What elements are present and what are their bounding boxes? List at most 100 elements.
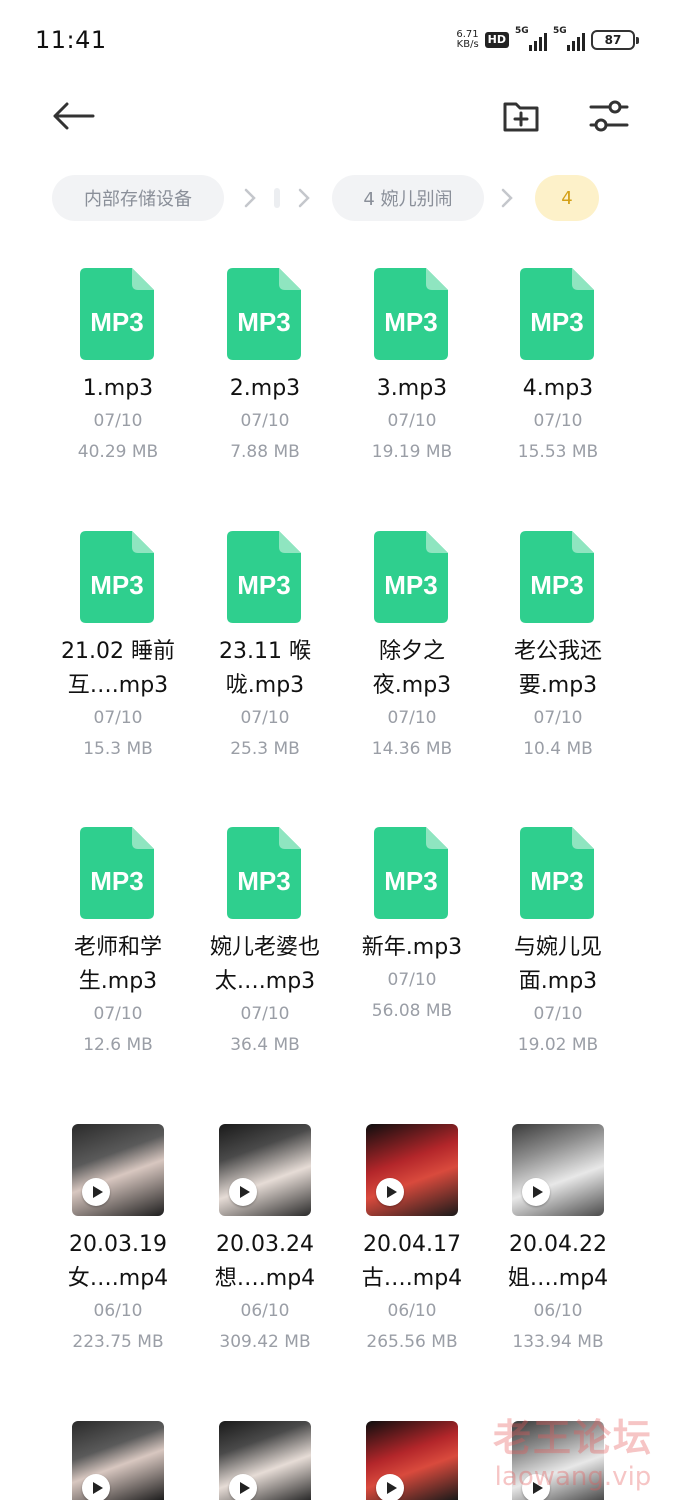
file-item[interactable]: 20.04.17 古….mp4 06/10 265.56 MB (339, 1124, 485, 1354)
file-name: 新年.mp3 (361, 935, 463, 960)
file-name: 20.03.24 (216, 1232, 314, 1257)
play-icon (376, 1474, 404, 1500)
file-name-line2: 想….mp4 (214, 1266, 316, 1291)
file-item[interactable]: 20.04.22 姐….mp4 06/10 133.94 MB (485, 1124, 631, 1354)
mp3-file-icon: MP3 (72, 268, 164, 360)
file-size: 223.75 MB (72, 1332, 164, 1352)
svg-text:MP3: MP3 (530, 570, 583, 600)
file-name: 2.mp3 (229, 376, 301, 401)
file-name-line2: 生.mp3 (78, 969, 158, 994)
svg-text:MP3: MP3 (530, 866, 583, 896)
file-size: 12.6 MB (83, 1035, 153, 1055)
file-name: 21.02 睡前 (61, 639, 175, 664)
mp3-file-icon: MP3 (219, 531, 311, 623)
file-date: 07/10 (240, 1004, 290, 1024)
play-icon (82, 1474, 110, 1500)
file-size: 133.94 MB (512, 1332, 604, 1352)
file-name: 20.03.19 (69, 1232, 167, 1257)
file-date: 06/10 (387, 1301, 437, 1321)
svg-text:MP3: MP3 (384, 307, 437, 337)
file-size: 56.08 MB (371, 1001, 453, 1021)
file-item[interactable]: 20.03.24 想….mp4 06/10 309.42 MB (192, 1124, 338, 1354)
play-icon (229, 1474, 257, 1500)
file-size: 15.53 MB (517, 442, 599, 462)
file-name-line2: 互….mp3 (67, 673, 169, 698)
file-size: 265.56 MB (366, 1332, 458, 1352)
video-thumbnail[interactable] (366, 1421, 458, 1500)
file-name: 20.04.22 (509, 1232, 607, 1257)
file-name-line2: 夜.mp3 (372, 673, 452, 698)
file-date: 07/10 (240, 411, 290, 431)
file-date: 07/10 (93, 411, 143, 431)
mp3-file-icon: MP3 (512, 531, 604, 623)
play-icon (82, 1178, 110, 1206)
file-name: 除夕之 (378, 639, 445, 664)
file-size: 19.02 MB (517, 1035, 599, 1055)
file-size: 25.3 MB (230, 739, 300, 759)
svg-text:MP3: MP3 (384, 570, 437, 600)
file-name: 4.mp3 (522, 376, 594, 401)
file-date: 06/10 (533, 1301, 583, 1321)
svg-text:MP3: MP3 (384, 866, 437, 896)
file-date: 07/10 (240, 708, 290, 728)
file-date: 06/10 (240, 1301, 290, 1321)
file-name: 20.04.17 (363, 1232, 461, 1257)
file-item[interactable]: MP3 老公我还 要.mp3 07/10 10.4 MB (485, 531, 631, 761)
file-name: 老师和学 (73, 935, 162, 960)
file-item[interactable]: MP3 23.11 喉咙.mp3 07/10 25.3 MB (192, 531, 338, 761)
file-grid: MP3 1.mp3 07/10 40.29 MB MP3 2.mp3 07/10 7.88 M… (0, 0, 675, 1500)
mp3-file-icon: MP3 (219, 268, 311, 360)
file-name-line2: 面.mp3 (518, 969, 598, 994)
video-thumbnail[interactable] (219, 1421, 311, 1500)
file-item[interactable]: MP3 新年.mp3 07/10 56.08 MB (339, 827, 485, 1057)
file-item[interactable]: MP3 老师和学 生.mp3 07/10 12.6 MB (45, 827, 191, 1057)
play-icon (522, 1474, 550, 1500)
file-item[interactable]: MP3 1.mp3 07/10 40.29 MB (45, 268, 191, 498)
video-thumbnail[interactable] (512, 1421, 604, 1500)
file-item[interactable]: MP3 21.02 睡前 互….mp3 07/10 15.3 MB (45, 531, 191, 761)
file-name: 婉儿老婆也 (209, 935, 320, 960)
svg-text:MP3: MP3 (237, 307, 290, 337)
file-name: 老公我还 (513, 639, 602, 664)
file-name: 23.11 喉 (219, 639, 311, 664)
mp3-file-icon: MP3 (512, 268, 604, 360)
file-name: 与婉儿见 (513, 935, 602, 960)
video-thumbnail (219, 1124, 311, 1216)
video-preview (512, 1124, 604, 1216)
mp3-file-icon: MP3 (219, 827, 311, 919)
svg-text:MP3: MP3 (90, 307, 143, 337)
mp3-file-icon: MP3 (72, 531, 164, 623)
file-date: 07/10 (533, 411, 583, 431)
mp3-file-icon: MP3 (366, 531, 458, 623)
play-icon (376, 1178, 404, 1206)
file-name-line2: 古….mp4 (361, 1266, 463, 1291)
mp3-file-icon: MP3 (366, 268, 458, 360)
file-name-line2: 要.mp3 (518, 673, 598, 698)
video-thumbnail (72, 1124, 164, 1216)
file-item[interactable]: 20.03.19 女….mp4 06/10 223.75 MB (45, 1124, 191, 1354)
file-name: 1.mp3 (82, 376, 154, 401)
file-name: 3.mp3 (376, 376, 448, 401)
file-date: 07/10 (387, 708, 437, 728)
video-thumbnail (512, 1124, 604, 1216)
file-item[interactable]: MP3 4.mp3 07/10 15.53 MB (485, 268, 631, 498)
video-thumbnail (366, 1124, 458, 1216)
svg-text:MP3: MP3 (530, 307, 583, 337)
file-name-line2: 女….mp4 (67, 1266, 169, 1291)
svg-text:MP3: MP3 (90, 866, 143, 896)
file-item[interactable]: MP3 除夕之 夜.mp3 07/10 14.36 MB (339, 531, 485, 761)
file-size: 36.4 MB (230, 1035, 300, 1055)
svg-text:MP3: MP3 (237, 866, 290, 896)
mp3-file-icon: MP3 (512, 827, 604, 919)
file-item[interactable]: MP3 婉儿老婆也 太….mp3 07/10 36.4 MB (192, 827, 338, 1057)
play-icon (522, 1178, 550, 1206)
file-size: 309.42 MB (219, 1332, 311, 1352)
video-thumbnail[interactable] (72, 1421, 164, 1500)
file-item[interactable]: MP3 2.mp3 07/10 7.88 MB (192, 268, 338, 498)
file-size: 19.19 MB (371, 442, 453, 462)
mp3-file-icon: MP3 (72, 827, 164, 919)
file-item[interactable]: MP3 3.mp3 07/10 19.19 MB (339, 268, 485, 498)
file-name-line2: 咙.mp3 (225, 673, 305, 698)
file-date: 06/10 (93, 1301, 143, 1321)
file-item[interactable]: MP3 与婉儿见 面.mp3 07/10 19.02 MB (485, 827, 631, 1057)
